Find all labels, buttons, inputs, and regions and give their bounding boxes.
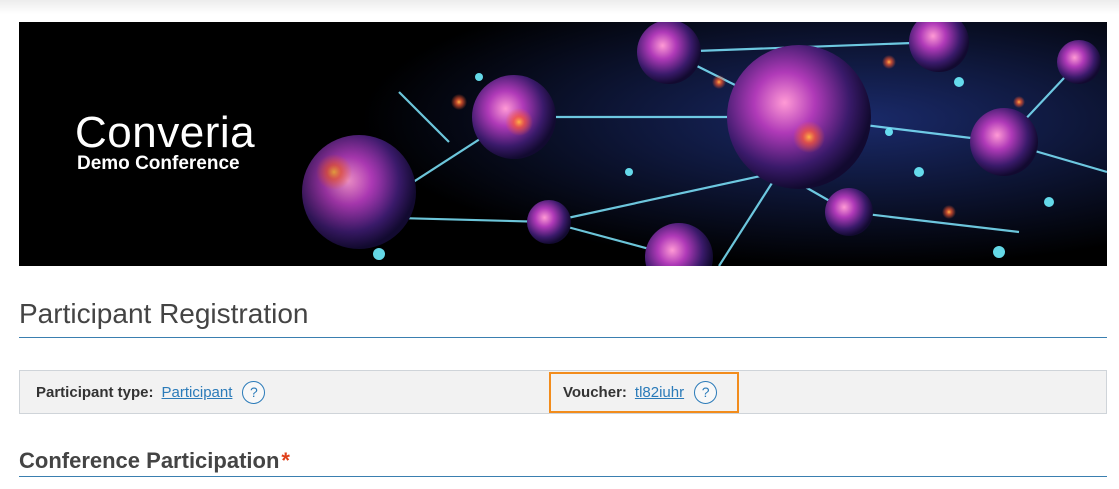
title-divider <box>19 337 1107 338</box>
voucher-link[interactable]: tl82iuhr <box>635 384 684 401</box>
brand-name: Converia <box>75 108 256 157</box>
conference-brand: Converia Demo Conference <box>75 110 255 174</box>
voucher-help-icon[interactable]: ? <box>694 380 718 404</box>
conference-banner: Converia Demo Conference <box>19 22 1107 266</box>
participant-type-label: Participant type: <box>36 383 154 401</box>
page-title: Participant Registration <box>19 298 309 329</box>
required-marker: * <box>281 448 290 473</box>
section-title-text: Conference Participation <box>19 448 280 473</box>
top-shadow <box>0 0 1119 14</box>
section-divider <box>19 476 1107 477</box>
participant-type-link[interactable]: Participant <box>162 384 233 401</box>
participant-type-field: Participant type: Participant ? <box>36 371 266 413</box>
brand-subtitle: Demo Conference <box>77 153 240 174</box>
voucher-field: Voucher: tl82iuhr ? <box>563 371 718 413</box>
voucher-label: Voucher: <box>563 383 627 401</box>
section-title: Conference Participation* <box>19 448 290 474</box>
participant-info-box: Participant type: Participant ? Voucher:… <box>19 370 1107 414</box>
participant-type-help-icon[interactable]: ? <box>242 380 266 404</box>
